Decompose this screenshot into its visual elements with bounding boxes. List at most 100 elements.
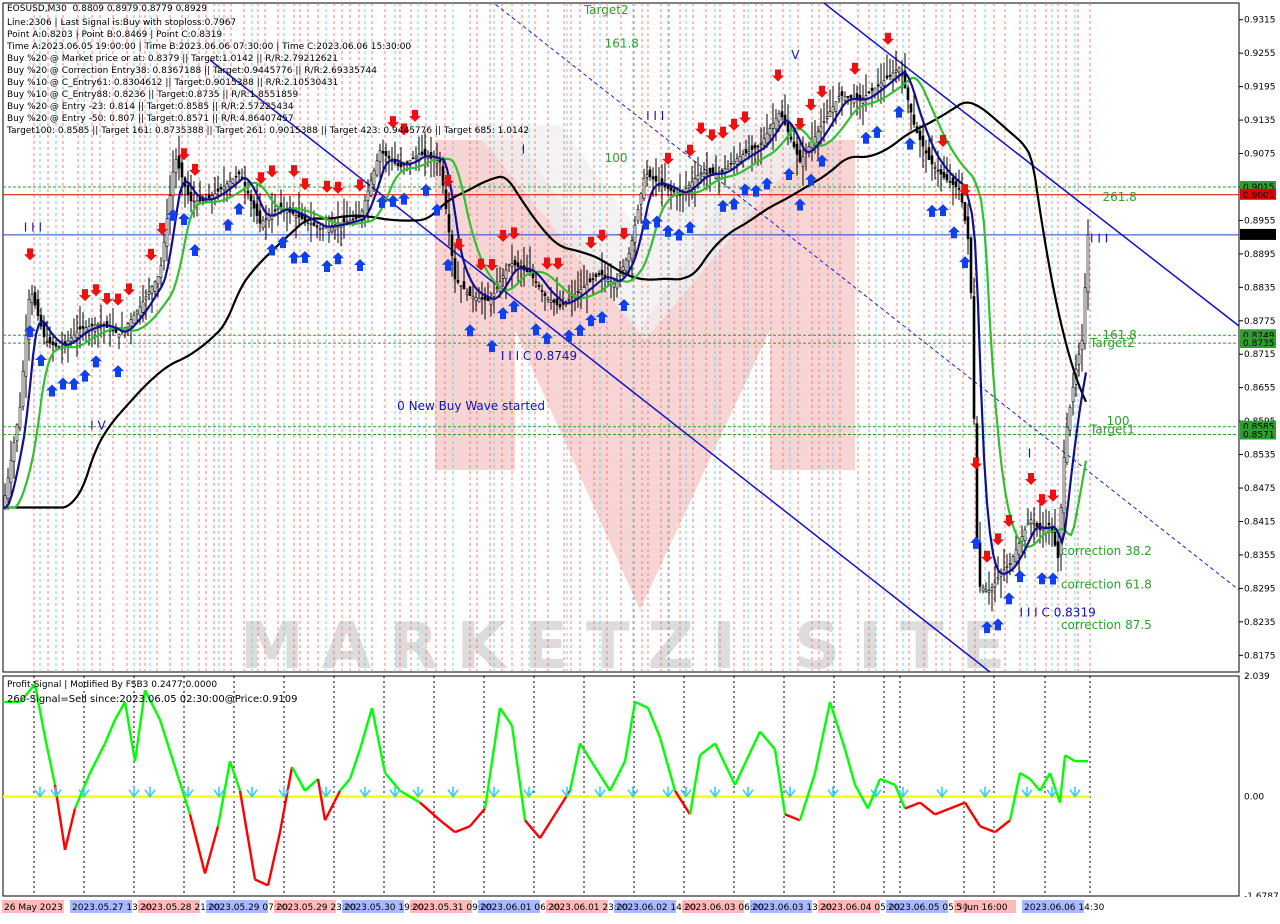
candle-body [990, 587, 994, 591]
candle-body [582, 286, 586, 289]
chart-annotation: I I I [24, 221, 42, 235]
chart-window: MARKETZI SITE Target2 161.8 100 I I I V I I I … [0, 0, 1280, 920]
candle-body [162, 241, 166, 262]
candle-body [9, 460, 13, 484]
candle-body [636, 209, 640, 222]
candle-body [78, 326, 82, 330]
candle-body [243, 181, 247, 186]
candle-body [765, 133, 769, 144]
candle-body [897, 67, 901, 73]
candle-body [516, 262, 520, 267]
chart-annotation: 261.8 [1102, 190, 1136, 204]
chart-annotation: Target2 [583, 3, 629, 17]
candle-body [174, 158, 178, 174]
candle-body [1035, 523, 1039, 527]
candle-body [153, 281, 157, 292]
candle-body [1068, 406, 1072, 431]
candle-body [534, 281, 538, 284]
candle-body [606, 279, 610, 282]
candle-body [72, 334, 76, 342]
ind-y-tick-label: 2.039 [1244, 672, 1270, 682]
candle-body [171, 171, 175, 197]
candle-body [489, 299, 493, 306]
candle-body [825, 116, 829, 119]
candle-body [927, 147, 931, 160]
candle-body [486, 297, 490, 302]
candle-body [792, 141, 796, 148]
candle-body [633, 224, 637, 243]
candle-body [1008, 562, 1012, 565]
price-badge-label: 0.8735 [1243, 339, 1275, 349]
candle-body [579, 288, 583, 294]
candle-body [393, 160, 397, 164]
y-tick-label: 0.8415 [1244, 517, 1276, 527]
candle-body [315, 225, 319, 228]
candle-body [273, 209, 277, 212]
candle-body [30, 294, 34, 304]
candle-body [375, 160, 379, 176]
candle-body [1065, 426, 1069, 463]
candle-body [312, 222, 316, 226]
candle-body [261, 220, 265, 229]
candle-body [846, 95, 850, 98]
candle-body [381, 150, 385, 154]
candle-body [1029, 519, 1033, 524]
candle-body [630, 240, 634, 260]
candle-body [165, 218, 169, 247]
chart-title-line: EOSUSD,M30 0.8809 0.8979 0.8779 0.8929 [7, 4, 207, 15]
candle-body [513, 260, 517, 266]
candle-body [747, 150, 751, 154]
candle-body [594, 274, 598, 278]
candle-body [789, 136, 793, 140]
candle-body [546, 297, 550, 300]
candle-body [1032, 522, 1036, 525]
candle-body [1023, 529, 1027, 541]
candle-body [711, 167, 715, 174]
candle-body [6, 477, 10, 499]
candle-body [234, 175, 238, 178]
candle-body [780, 111, 784, 118]
price-badge-label: 0.8571 [1243, 431, 1275, 441]
y-tick-label: 0.9255 [1244, 49, 1276, 59]
candle-body [69, 337, 73, 342]
candle-body [639, 193, 643, 205]
candle-body [555, 298, 559, 305]
candle-body [981, 587, 985, 592]
candle-body [471, 296, 475, 300]
candle-body [309, 223, 313, 226]
candle-body [363, 200, 367, 217]
candle-body [945, 174, 949, 181]
candle-body [342, 217, 346, 223]
candle-body [228, 181, 232, 187]
candle-body [774, 118, 778, 130]
candle-body [18, 406, 22, 429]
candle-body [384, 151, 388, 157]
candle-body [1014, 549, 1018, 562]
candle-body [405, 161, 409, 164]
candle-body [642, 177, 646, 199]
candle-body [972, 296, 976, 419]
candle-body [387, 155, 391, 159]
ind-y-tick-label: 0.00 [1244, 793, 1264, 803]
candle-body [156, 276, 160, 285]
candle-body [453, 258, 457, 280]
candle-body [306, 221, 310, 224]
candle-body [141, 301, 145, 313]
candle-body [33, 292, 37, 306]
candle-body [693, 178, 697, 187]
candle-body [738, 156, 742, 162]
candle-body [507, 263, 511, 266]
info-line-times: Time A:2023.06.05 19:00:00 | Time B:2023… [7, 42, 412, 52]
chart-canvas[interactable]: MARKETZI SITE Target2 161.8 100 I I I V I I I … [0, 0, 1280, 920]
candle-body [756, 145, 760, 148]
candle-body [984, 589, 988, 592]
candle-body [258, 210, 262, 224]
candle-body [372, 170, 376, 186]
candle-body [924, 150, 928, 154]
candle-body [456, 279, 460, 283]
candle-body [1086, 234, 1090, 293]
candle-body [876, 84, 880, 87]
candle-body [345, 220, 349, 223]
y-tick-label: 0.8535 [1244, 451, 1276, 461]
candle-body [321, 227, 325, 230]
